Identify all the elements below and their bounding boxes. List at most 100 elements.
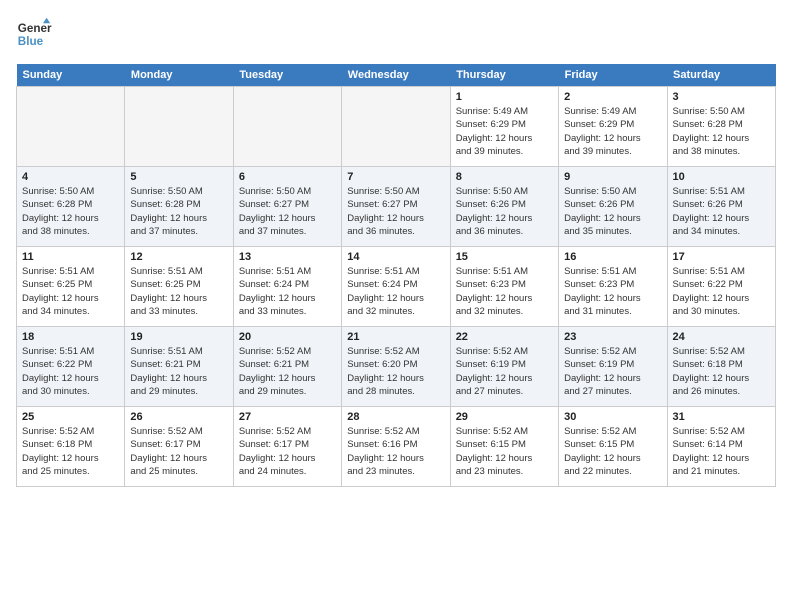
day-cell: 15 Sunrise: 5:51 AM Sunset: 6:23 PM Dayli… [450,247,558,327]
day-cell: 25 Sunrise: 5:52 AM Sunset: 6:18 PM Dayli… [17,407,125,487]
day-info: Sunrise: 5:50 AM Sunset: 6:26 PM Dayligh… [564,185,661,238]
day-cell: 28 Sunrise: 5:52 AM Sunset: 6:16 PM Dayli… [342,407,450,487]
day-number: 27 [239,411,336,423]
day-cell: 2Sunrise: 5:49 AM Sunset: 6:29 PM Daylig… [559,87,667,167]
day-info: Sunrise: 5:52 AM Sunset: 6:18 PM Dayligh… [22,425,119,478]
day-info: Sunrise: 5:52 AM Sunset: 6:15 PM Dayligh… [564,425,661,478]
day-number: 5 [130,171,227,183]
day-number: 3 [673,91,770,103]
day-number: 6 [239,171,336,183]
day-info: Sunrise: 5:52 AM Sunset: 6:20 PM Dayligh… [347,345,444,398]
day-info: Sunrise: 5:51 AM Sunset: 6:22 PM Dayligh… [673,265,770,318]
logo-icon: General Blue [16,16,52,52]
day-number: 30 [564,411,661,423]
day-number: 9 [564,171,661,183]
day-cell: 13 Sunrise: 5:51 AM Sunset: 6:24 PM Dayli… [233,247,341,327]
weekday-header-thursday: Thursday [450,64,558,87]
day-cell: 1 Sunrise: 5:49 AM Sunset: 6:29 PM Daylig… [450,87,558,167]
day-cell: 29 Sunrise: 5:52 AM Sunset: 6:15 PM Dayli… [450,407,558,487]
day-info: Sunrise: 5:51 AM Sunset: 6:24 PM Dayligh… [239,265,336,318]
day-number: 22 [456,331,553,343]
week-row-2: 4 Sunrise: 5:50 AM Sunset: 6:28 PM Daylig… [17,167,776,247]
day-number: 15 [456,251,553,263]
day-cell: 14Sunrise: 5:51 AM Sunset: 6:24 PM Dayli… [342,247,450,327]
day-cell: 11Sunrise: 5:51 AM Sunset: 6:25 PM Dayli… [17,247,125,327]
day-cell: 21 Sunrise: 5:52 AM Sunset: 6:20 PM Dayli… [342,327,450,407]
day-info: Sunrise: 5:50 AM Sunset: 6:28 PM Dayligh… [22,185,119,238]
day-cell: 23Sunrise: 5:52 AM Sunset: 6:19 PM Dayli… [559,327,667,407]
day-number: 17 [673,251,770,263]
weekday-header-sunday: Sunday [17,64,125,87]
day-number: 29 [456,411,553,423]
day-info: Sunrise: 5:52 AM Sunset: 6:15 PM Dayligh… [456,425,553,478]
day-number: 13 [239,251,336,263]
day-info: Sunrise: 5:51 AM Sunset: 6:26 PM Dayligh… [673,185,770,238]
day-info: Sunrise: 5:49 AM Sunset: 6:29 PM Dayligh… [456,105,553,158]
day-number: 10 [673,171,770,183]
day-cell: 18 Sunrise: 5:51 AM Sunset: 6:22 PM Dayli… [17,327,125,407]
day-cell: 22 Sunrise: 5:52 AM Sunset: 6:19 PM Dayli… [450,327,558,407]
weekday-header-tuesday: Tuesday [233,64,341,87]
day-number: 16 [564,251,661,263]
day-number: 24 [673,331,770,343]
day-info: Sunrise: 5:52 AM Sunset: 6:21 PM Dayligh… [239,345,336,398]
day-number: 12 [130,251,227,263]
day-number: 7 [347,171,444,183]
day-number: 19 [130,331,227,343]
day-cell [17,87,125,167]
weekday-header-monday: Monday [125,64,233,87]
day-info: Sunrise: 5:51 AM Sunset: 6:23 PM Dayligh… [456,265,553,318]
svg-text:General: General [18,22,52,35]
day-number: 21 [347,331,444,343]
day-number: 20 [239,331,336,343]
day-cell: 9 Sunrise: 5:50 AM Sunset: 6:26 PM Daylig… [559,167,667,247]
day-number: 11 [22,251,119,263]
day-cell: 20 Sunrise: 5:52 AM Sunset: 6:21 PM Dayli… [233,327,341,407]
day-number: 18 [22,331,119,343]
day-info: Sunrise: 5:50 AM Sunset: 6:28 PM Dayligh… [130,185,227,238]
day-info: Sunrise: 5:52 AM Sunset: 6:17 PM Dayligh… [239,425,336,478]
day-cell [342,87,450,167]
logo: General Blue [16,16,52,52]
week-row-3: 11 Sunrise: 5:51 AM Sunset: 6:25 PM Dayli… [17,247,776,327]
weekday-header-friday: Friday [559,64,667,87]
calendar-table: SundayMondayTuesdayWednesdayThursdayFrid… [16,64,776,487]
day-number: 25 [22,411,119,423]
day-info: Sunrise: 5:51 AM Sunset: 6:25 PM Dayligh… [130,265,227,318]
day-number: 1 [456,91,553,103]
day-cell: 5 Sunrise: 5:50 AM Sunset: 6:28 PM Daylig… [125,167,233,247]
day-cell [233,87,341,167]
weekday-header-wednesday: Wednesday [342,64,450,87]
day-cell: 16Sunrise: 5:51 AM Sunset: 6:23 PM Dayli… [559,247,667,327]
day-info: Sunrise: 5:52 AM Sunset: 6:17 PM Dayligh… [130,425,227,478]
day-info: Sunrise: 5:52 AM Sunset: 6:18 PM Dayligh… [673,345,770,398]
day-number: 2 [564,91,661,103]
day-cell: 3 Sunrise: 5:50 AM Sunset: 6:28 PM Daylig… [667,87,775,167]
day-cell: 12 Sunrise: 5:51 AM Sunset: 6:25 PM Dayli… [125,247,233,327]
day-number: 4 [22,171,119,183]
day-cell: 17 Sunrise: 5:51 AM Sunset: 6:22 PM Dayli… [667,247,775,327]
day-cell: 8Sunrise: 5:50 AM Sunset: 6:26 PM Daylig… [450,167,558,247]
day-info: Sunrise: 5:50 AM Sunset: 6:28 PM Dayligh… [673,105,770,158]
day-cell: 24 Sunrise: 5:52 AM Sunset: 6:18 PM Dayli… [667,327,775,407]
day-cell: 4 Sunrise: 5:50 AM Sunset: 6:28 PM Daylig… [17,167,125,247]
day-cell: 31Sunrise: 5:52 AM Sunset: 6:14 PM Dayli… [667,407,775,487]
day-number: 23 [564,331,661,343]
week-row-1: 1 Sunrise: 5:49 AM Sunset: 6:29 PM Daylig… [17,87,776,167]
day-cell: 27 Sunrise: 5:52 AM Sunset: 6:17 PM Dayli… [233,407,341,487]
week-row-4: 18 Sunrise: 5:51 AM Sunset: 6:22 PM Dayli… [17,327,776,407]
day-cell: 7 Sunrise: 5:50 AM Sunset: 6:27 PM Daylig… [342,167,450,247]
day-number: 28 [347,411,444,423]
day-info: Sunrise: 5:51 AM Sunset: 6:22 PM Dayligh… [22,345,119,398]
day-info: Sunrise: 5:52 AM Sunset: 6:19 PM Dayligh… [456,345,553,398]
weekday-header-saturday: Saturday [667,64,775,87]
day-info: Sunrise: 5:51 AM Sunset: 6:21 PM Dayligh… [130,345,227,398]
day-cell: 10 Sunrise: 5:51 AM Sunset: 6:26 PM Dayli… [667,167,775,247]
day-info: Sunrise: 5:50 AM Sunset: 6:27 PM Dayligh… [347,185,444,238]
day-info: Sunrise: 5:52 AM Sunset: 6:14 PM Dayligh… [673,425,770,478]
day-cell: 6Sunrise: 5:50 AM Sunset: 6:27 PM Daylig… [233,167,341,247]
day-info: Sunrise: 5:51 AM Sunset: 6:24 PM Dayligh… [347,265,444,318]
day-cell: 30 Sunrise: 5:52 AM Sunset: 6:15 PM Dayli… [559,407,667,487]
day-info: Sunrise: 5:52 AM Sunset: 6:16 PM Dayligh… [347,425,444,478]
svg-text:Blue: Blue [18,35,44,48]
